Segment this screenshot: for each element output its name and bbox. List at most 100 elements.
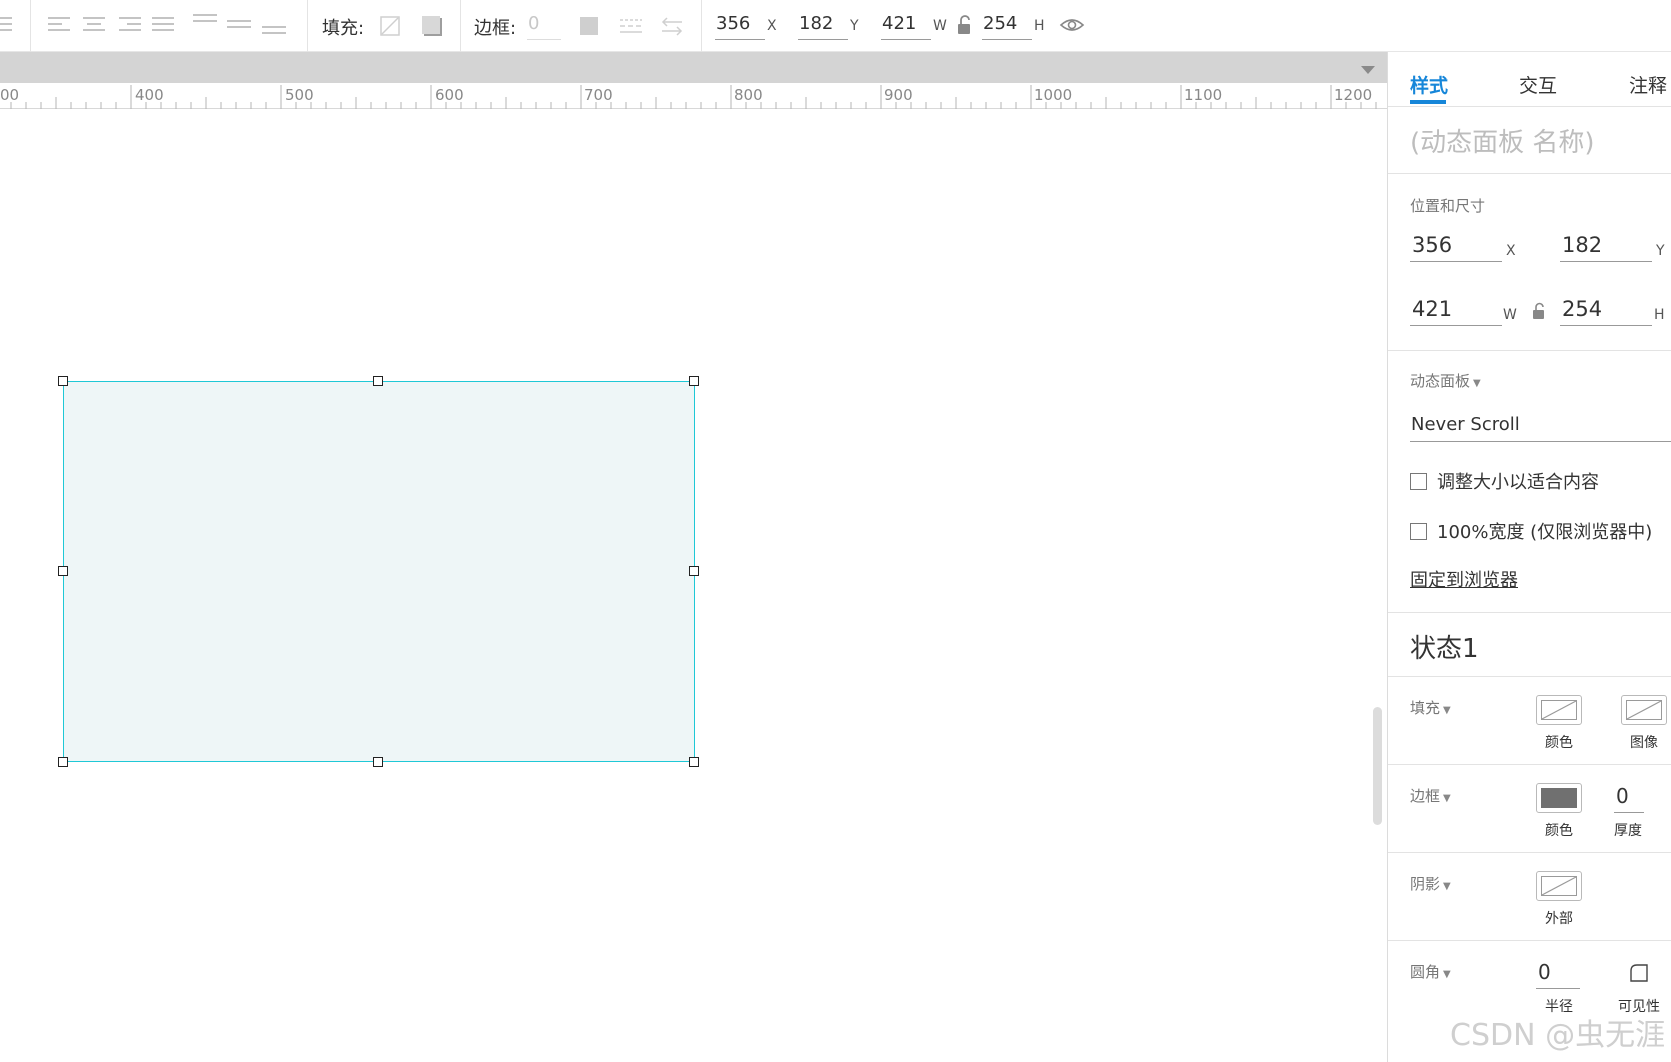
divider: [1388, 764, 1671, 765]
fit-content-label: 调整大小以适合内容: [1437, 472, 1599, 493]
no-shadow-icon: [1541, 876, 1577, 896]
left-edge-menu-icon[interactable]: [0, 17, 12, 33]
vertical-scrollbar[interactable]: [1373, 707, 1382, 825]
panel-h-input[interactable]: 254: [1560, 294, 1652, 326]
lock-open-icon[interactable]: [957, 15, 973, 35]
ruler-label: 1200: [1334, 86, 1373, 104]
shadow-section[interactable]: 阴影 ▼: [1410, 873, 1451, 894]
resize-handle-left[interactable]: [58, 566, 68, 576]
resize-handle-top-right[interactable]: [689, 376, 699, 386]
ruler-label: 1000: [1034, 86, 1073, 104]
panel-x-input[interactable]: 356: [1410, 230, 1502, 262]
fill-image-label: 图像: [1630, 735, 1658, 751]
shadow-section-title: 阴影: [1410, 875, 1441, 893]
align-center-icon[interactable]: [83, 17, 105, 33]
justify-icon[interactable]: [152, 17, 174, 33]
align-left-icon[interactable]: [48, 17, 70, 33]
dynamic-panel-section[interactable]: 动态面板 ▼: [1410, 370, 1481, 391]
dynamic-panel-title: 动态面板: [1410, 372, 1471, 390]
state-title[interactable]: 状态1: [1410, 628, 1479, 665]
divider: [1388, 940, 1671, 941]
fill-color-swatch[interactable]: [1536, 695, 1582, 725]
divider: [1388, 350, 1671, 351]
tab-style[interactable]: 样式: [1410, 71, 1448, 98]
border-section[interactable]: 边框 ▼: [1410, 785, 1451, 806]
align-right-icon[interactable]: [119, 17, 141, 33]
fill-label: 填充:: [322, 18, 365, 39]
ruler-label: 800: [734, 86, 763, 104]
border-color-icon[interactable]: [579, 16, 599, 36]
full-width-checkbox[interactable]: [1410, 522, 1427, 540]
fill-section[interactable]: 填充 ▼: [1410, 697, 1451, 718]
panel-y-input[interactable]: 182: [1560, 230, 1652, 262]
corner-section[interactable]: 圆角 ▼: [1410, 961, 1451, 982]
divider: [1388, 173, 1671, 174]
align-top-icon[interactable]: [193, 14, 217, 30]
fill-color-icon[interactable]: [380, 16, 400, 36]
h-unit-label: H: [1034, 18, 1045, 34]
shadow-icon[interactable]: [421, 15, 443, 37]
corner-radius-input[interactable]: 0: [1536, 957, 1580, 989]
widget-name-input[interactable]: (动态面板 名称): [1410, 122, 1595, 159]
panel-x-unit: X: [1506, 243, 1516, 259]
border-color-label: 颜色: [1545, 823, 1573, 839]
horizontal-ruler: 00 400 500 600 700 800 900 1000 1100 120…: [0, 83, 1387, 109]
fill-color-label: 颜色: [1545, 735, 1573, 751]
dynamic-panel-widget[interactable]: [63, 381, 695, 762]
divider: [1388, 612, 1671, 613]
corner-visibility-icon[interactable]: [1629, 963, 1649, 983]
ruler-label: 400: [135, 86, 164, 104]
no-image-icon: [1626, 700, 1662, 720]
ruler-label: 00: [0, 86, 20, 104]
dropdown-arrow-icon[interactable]: [1361, 66, 1375, 74]
ruler-label: 1100: [1184, 86, 1223, 104]
tab-notes[interactable]: 注释: [1629, 71, 1667, 98]
resize-handle-right[interactable]: [689, 566, 699, 576]
full-width-option[interactable]: 100%宽度 (仅限浏览器中): [1410, 518, 1652, 544]
border-style-icon[interactable]: [619, 16, 643, 36]
toolbar-divider: [307, 0, 308, 52]
divider: [1388, 106, 1671, 107]
resize-handle-top[interactable]: [373, 376, 383, 386]
arrow-style-icon[interactable]: [660, 15, 684, 37]
panel-w-unit: W: [1503, 307, 1517, 323]
caret-down-icon: ▼: [1443, 881, 1451, 892]
align-bottom-icon[interactable]: [262, 26, 286, 42]
fill-image-swatch[interactable]: [1621, 695, 1667, 725]
align-middle-icon[interactable]: [227, 20, 251, 36]
divider: [1388, 676, 1671, 677]
corner-section-title: 圆角: [1410, 963, 1441, 981]
h-input[interactable]: 254: [982, 12, 1032, 40]
divider: [1388, 852, 1671, 853]
x-input[interactable]: 356: [715, 12, 765, 40]
canvas-area[interactable]: 00 400 500 600 700 800 900 1000 1100 120…: [0, 52, 1387, 1062]
panel-h-unit: H: [1654, 307, 1665, 323]
y-input[interactable]: 182: [798, 12, 848, 40]
resize-handle-top-left[interactable]: [58, 376, 68, 386]
border-color-swatch[interactable]: [1536, 783, 1582, 813]
lock-open-icon[interactable]: [1532, 302, 1546, 320]
toolbar-divider: [460, 0, 461, 52]
scroll-mode-select[interactable]: Never Scroll: [1410, 410, 1671, 442]
tab-interaction[interactable]: 交互: [1519, 71, 1557, 98]
border-thickness-input[interactable]: 0: [1614, 781, 1644, 813]
panel-w-input[interactable]: 421: [1410, 294, 1502, 326]
fit-content-option[interactable]: 调整大小以适合内容: [1410, 468, 1599, 494]
pin-to-browser-link[interactable]: 固定到浏览器: [1410, 566, 1518, 592]
w-unit-label: W: [933, 18, 947, 34]
inspector-panel: 样式 交互 注释 (动态面板 名称) 位置和尺寸 356 X 182 Y 421…: [1387, 52, 1671, 1062]
active-tab-indicator: [1410, 100, 1446, 104]
ruler-label: 900: [884, 86, 913, 104]
border-section-title: 边框: [1410, 787, 1441, 805]
outer-shadow-swatch[interactable]: [1536, 871, 1582, 901]
resize-handle-bottom-left[interactable]: [58, 757, 68, 767]
caret-down-icon: ▼: [1473, 378, 1481, 389]
eye-icon[interactable]: [1059, 15, 1085, 35]
border-thickness-input[interactable]: 0: [527, 12, 561, 40]
toolbar-divider: [701, 0, 702, 52]
w-input[interactable]: 421: [881, 12, 931, 40]
resize-handle-bottom-right[interactable]: [689, 757, 699, 767]
caret-down-icon: ▼: [1443, 793, 1451, 804]
fit-content-checkbox[interactable]: [1410, 472, 1427, 490]
resize-handle-bottom[interactable]: [373, 757, 383, 767]
